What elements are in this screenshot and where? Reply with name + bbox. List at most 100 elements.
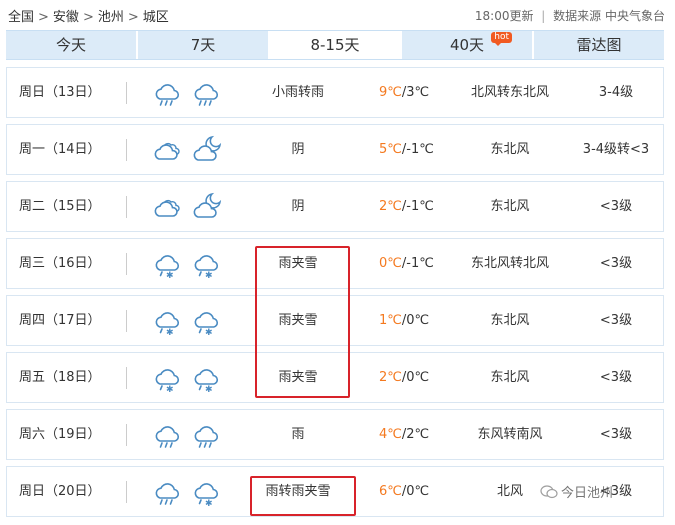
temperature-high: 0℃ [379, 256, 402, 271]
temperature-low: 0℃ [406, 313, 430, 328]
temperature-high: 4℃ [379, 427, 402, 442]
weather-icons: ✱ [151, 476, 222, 508]
forecast-row: 周五（18日） ✱ ✱ 雨夹雪 2℃/0℃ 东北风 <3级 [6, 352, 664, 403]
forecast-row: 周一（14日） 阴 5℃/-1℃ 东北风 3-4级转<3 [6, 124, 664, 175]
tab-label: 今天 [55, 36, 86, 54]
temperature-low: -1℃ [406, 142, 434, 157]
row-divider [126, 310, 127, 332]
update-time: 18:00更新 [474, 9, 534, 23]
wind-direction: 北风转东北风 [470, 85, 549, 100]
tab-label: 雷达图 [576, 36, 622, 54]
cloud-rain-icon [151, 419, 183, 451]
weather-description: 阴 [291, 199, 305, 214]
temperature: 5℃/-1℃ [379, 125, 437, 174]
temperature: 2℃/0℃ [379, 353, 437, 402]
breadcrumb-link[interactable]: 池州 [98, 10, 124, 25]
tab-3[interactable]: 40天 hot [402, 31, 534, 59]
day-label: 周三（16日） [19, 256, 101, 271]
data-source: 数据来源 中央气象台 [553, 9, 665, 23]
svg-text:✱: ✱ [205, 499, 213, 508]
forecast-tabs: 今天 7天 8-15天 40天 hot 雷达图 [6, 30, 664, 60]
day-label: 周一（14日） [19, 142, 101, 157]
svg-text:✱: ✱ [166, 271, 174, 280]
wind-direction: 东北风 [490, 199, 530, 214]
temperature-high: 1℃ [379, 313, 402, 328]
breadcrumb-link[interactable]: 城区 [143, 10, 169, 25]
temperature-low: 3℃ [406, 85, 430, 100]
svg-text:✱: ✱ [205, 271, 213, 280]
row-divider [126, 139, 127, 161]
day-label: 周六（19日） [19, 427, 101, 442]
temperature: 1℃/0℃ [379, 296, 437, 345]
svg-text:✱: ✱ [166, 385, 174, 394]
tab-2[interactable]: 8-15天 [270, 31, 402, 59]
temperature: 9℃/3℃ [379, 68, 437, 117]
cloud-sleet-icon: ✱ [151, 362, 183, 394]
weather-icons [151, 191, 222, 223]
weather-description: 小雨转雨 [271, 85, 324, 100]
cloud-sleet-icon: ✱ [190, 476, 222, 508]
tab-label: 8-15天 [310, 36, 360, 54]
wind-level: 3-4级转<3 [582, 142, 650, 157]
hot-badge: hot [491, 32, 512, 46]
cloud-moon-icon [190, 134, 222, 166]
temperature-high: 5℃ [379, 142, 402, 157]
weather-description: 雨转雨夹雪 [265, 484, 331, 499]
row-divider [126, 481, 127, 503]
svg-text:✱: ✱ [205, 385, 213, 394]
weather-icons: ✱ ✱ [151, 248, 222, 280]
watermark-text: 今日池州 [561, 486, 614, 501]
breadcrumb-link[interactable]: 安徽 [53, 10, 79, 25]
cloud-rain-icon [190, 77, 222, 109]
cloud-moon-icon [190, 191, 222, 223]
temperature-high: 2℃ [379, 370, 402, 385]
weather-icons [151, 134, 222, 166]
day-label: 周二（15日） [19, 199, 101, 214]
cloud-rain-icon [190, 419, 222, 451]
meta-divider: | [541, 9, 546, 23]
row-divider [126, 367, 127, 389]
cloud-rain-icon [151, 476, 183, 508]
wind-direction: 东北风 [490, 370, 530, 385]
temperature: 2℃/-1℃ [379, 182, 437, 231]
forecast-row: 周二（15日） 阴 2℃/-1℃ 东北风 <3级 [6, 181, 664, 232]
tab-1[interactable]: 7天 [138, 31, 270, 59]
wind-level: <3级 [599, 199, 633, 214]
forecast-row: 周六（19日） 雨 4℃/2℃ 东风转南风 <3级 [6, 409, 664, 460]
temperature-low: 0℃ [406, 370, 430, 385]
forecast-list: 周日（13日） 小雨转雨 9℃/3℃ 北风转东北风 3-4级 周一（14日） 阴 5℃/-1℃… [6, 67, 664, 523]
weather-icons: ✱ ✱ [151, 305, 222, 337]
temperature: 4℃/2℃ [379, 410, 437, 459]
cloud-sleet-icon: ✱ [190, 248, 222, 280]
weather-icons [151, 419, 222, 451]
wind-level: <3级 [599, 313, 633, 328]
row-divider [126, 82, 127, 104]
weather-icons [151, 77, 222, 109]
weather-description: 雨夹雪 [278, 313, 318, 328]
wind-direction: 东北风 [490, 142, 530, 157]
temperature-low: 2℃ [406, 427, 430, 442]
forecast-row: 周四（17日） ✱ ✱ 雨夹雪 1℃/0℃ 东北风 <3级 [6, 295, 664, 346]
temperature-low: 0℃ [406, 484, 430, 499]
weather-description: 雨夹雪 [278, 370, 318, 385]
cloud-sleet-icon: ✱ [151, 305, 183, 337]
breadcrumb-link[interactable]: 全国 [8, 10, 34, 25]
cloud-sleet-icon: ✱ [151, 248, 183, 280]
tab-label: 7天 [190, 36, 216, 54]
update-meta: 18:00更新 | 数据来源 中央气象台 [475, 7, 665, 24]
temperature-high: 9℃ [379, 85, 402, 100]
wind-direction: 东北风转北风 [470, 256, 549, 271]
cloud-sleet-icon: ✱ [190, 362, 222, 394]
tab-0[interactable]: 今天 [6, 31, 138, 59]
row-divider [126, 196, 127, 218]
wind-level: <3级 [599, 370, 633, 385]
day-label: 周四（17日） [19, 313, 101, 328]
wind-level: <3级 [599, 256, 633, 271]
temperature: 0℃/-1℃ [379, 239, 437, 288]
breadcrumb-separator: > [82, 10, 94, 25]
temperature-high: 2℃ [379, 199, 402, 214]
weather-description: 阴 [291, 142, 305, 157]
tab-4[interactable]: 雷达图 [534, 31, 664, 59]
cloud-icon [151, 191, 183, 223]
tab-label: 40天 [449, 36, 485, 54]
